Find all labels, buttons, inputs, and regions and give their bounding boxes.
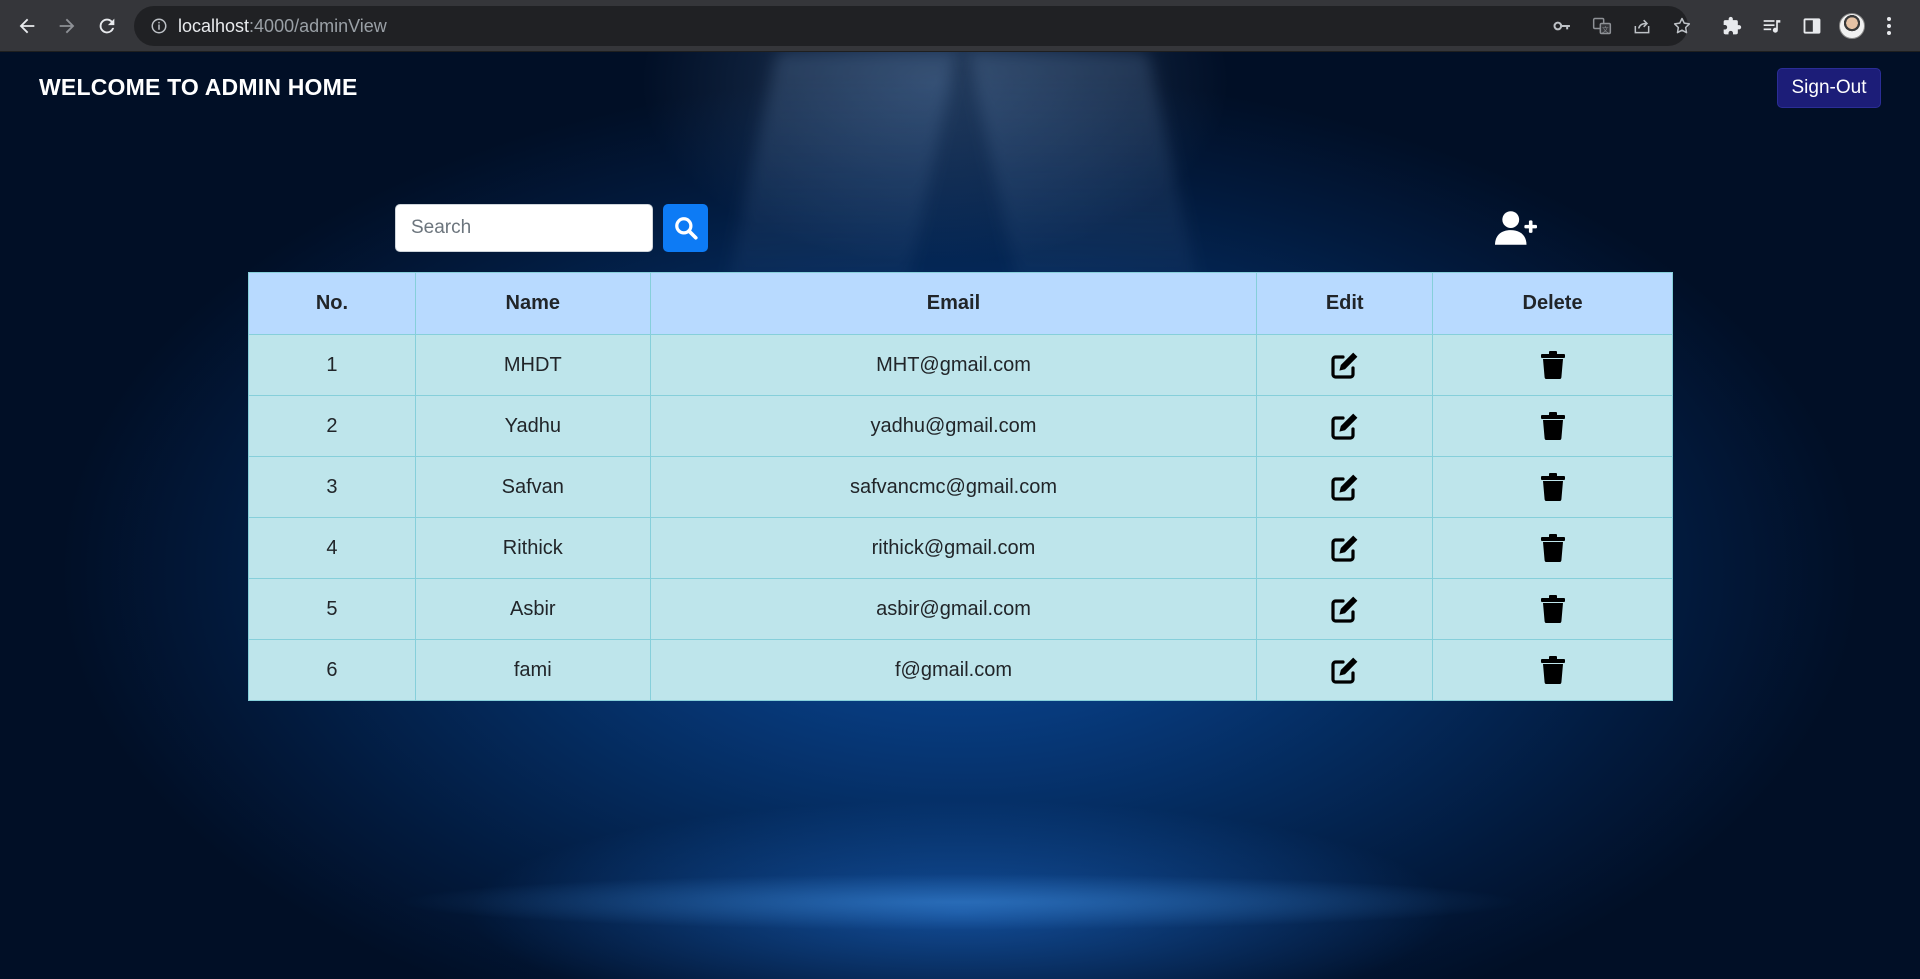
table-row: 3 Safvan safvancmc@gmail.com [248, 456, 1673, 518]
table-row: 5 Asbir asbir@gmail.com [248, 578, 1673, 640]
table-row: 4 Rithick rithick@gmail.com [248, 517, 1673, 579]
user-plus-icon [1495, 211, 1537, 245]
table-header-row: No. Name Email Edit Delete [248, 272, 1673, 335]
column-header-edit: Edit [1256, 272, 1434, 335]
edit-icon [1331, 657, 1358, 684]
address-bar[interactable]: localhost:4000/adminView 文 [134, 6, 1691, 46]
password-key-button[interactable] [1552, 16, 1572, 36]
delete-button[interactable] [1432, 517, 1673, 579]
edit-icon [1331, 352, 1358, 379]
search-icon [674, 217, 698, 240]
edit-icon [1331, 413, 1358, 440]
cell-no: 4 [248, 517, 416, 579]
page-title: WELCOME TO ADMIN HOME [39, 74, 358, 100]
browser-toolbar: localhost:4000/adminView 文 [0, 0, 1920, 52]
edit-icon [1331, 535, 1358, 562]
edit-button[interactable] [1256, 578, 1434, 640]
profile-avatar[interactable] [1839, 13, 1865, 39]
key-icon [1553, 21, 1570, 31]
share-icon [1634, 19, 1650, 34]
side-panel-button[interactable] [1802, 16, 1822, 36]
site-info-icon[interactable] [150, 17, 168, 35]
delete-button[interactable] [1432, 639, 1673, 701]
bookmark-button[interactable] [1672, 16, 1692, 36]
trash-icon [1540, 351, 1565, 380]
trash-icon [1540, 473, 1565, 502]
cell-email: yadhu@gmail.com [649, 395, 1258, 457]
cell-name: MHDT [414, 334, 651, 396]
extensions-button[interactable] [1722, 16, 1742, 36]
cell-name: Safvan [414, 456, 651, 518]
url-text: localhost:4000/adminView [178, 16, 387, 37]
cell-no: 1 [248, 334, 416, 396]
edit-button[interactable] [1256, 456, 1434, 518]
puzzle-icon [1723, 16, 1742, 35]
cell-email: MHT@gmail.com [649, 334, 1258, 396]
media-controls-button[interactable] [1762, 16, 1782, 36]
add-user-button[interactable] [1495, 209, 1537, 247]
url-path: :4000/adminView [249, 16, 387, 36]
table-row: 1 MHDT MHT@gmail.com [248, 334, 1673, 396]
svg-text:文: 文 [1602, 25, 1609, 34]
column-header-delete: Delete [1432, 272, 1673, 335]
trash-icon [1540, 412, 1565, 441]
column-header-no: No. [248, 272, 416, 335]
back-button[interactable] [13, 12, 41, 40]
admin-page: WELCOME TO ADMIN HOME Sign-Out No. Name … [0, 52, 1920, 979]
edit-icon [1331, 474, 1358, 501]
trash-icon [1540, 595, 1565, 623]
background-floor-glow [0, 872, 1920, 932]
delete-button[interactable] [1432, 578, 1673, 640]
cell-no: 6 [248, 639, 416, 701]
browser-menu-icon[interactable] [1885, 14, 1893, 38]
edit-button[interactable] [1256, 395, 1434, 457]
star-icon [1673, 17, 1691, 34]
cell-name: Yadhu [414, 395, 651, 457]
reload-button[interactable] [93, 12, 121, 40]
edit-button[interactable] [1256, 334, 1434, 396]
edit-button[interactable] [1256, 639, 1434, 701]
cell-email: rithick@gmail.com [649, 517, 1258, 579]
column-header-name: Name [414, 272, 651, 335]
delete-button[interactable] [1432, 456, 1673, 518]
share-button[interactable] [1632, 16, 1652, 36]
cell-name: Asbir [414, 578, 651, 640]
translate-icon: 文 [1592, 17, 1612, 35]
edit-icon [1331, 596, 1358, 623]
sign-out-button[interactable]: Sign-Out [1777, 68, 1881, 108]
cell-no: 5 [248, 578, 416, 640]
users-table: No. Name Email Edit Delete 1 MHDT MHT@gmai… [248, 272, 1673, 701]
reload-icon [99, 18, 115, 34]
forward-button[interactable] [53, 12, 81, 40]
translate-button[interactable]: 文 [1592, 16, 1612, 36]
side-panel-icon [1803, 18, 1821, 34]
table-row: 2 Yadhu yadhu@gmail.com [248, 395, 1673, 457]
delete-button[interactable] [1432, 395, 1673, 457]
queue-music-icon [1763, 20, 1781, 33]
cell-name: fami [414, 639, 651, 701]
cell-email: asbir@gmail.com [649, 578, 1258, 640]
back-arrow-icon [19, 18, 35, 34]
cell-email: f@gmail.com [649, 639, 1258, 701]
cell-name: Rithick [414, 517, 651, 579]
url-host: localhost [178, 16, 250, 36]
edit-button[interactable] [1256, 517, 1434, 579]
trash-icon [1540, 656, 1565, 684]
column-header-email: Email [649, 272, 1258, 335]
cell-no: 2 [248, 395, 416, 457]
cell-no: 3 [248, 456, 416, 518]
table-row: 6 fami f@gmail.com [248, 639, 1673, 701]
delete-button[interactable] [1432, 334, 1673, 396]
forward-arrow-icon [59, 18, 75, 34]
cell-email: safvancmc@gmail.com [649, 456, 1258, 518]
search-input[interactable] [395, 204, 653, 252]
trash-icon [1540, 534, 1565, 562]
search-button[interactable] [663, 204, 708, 252]
